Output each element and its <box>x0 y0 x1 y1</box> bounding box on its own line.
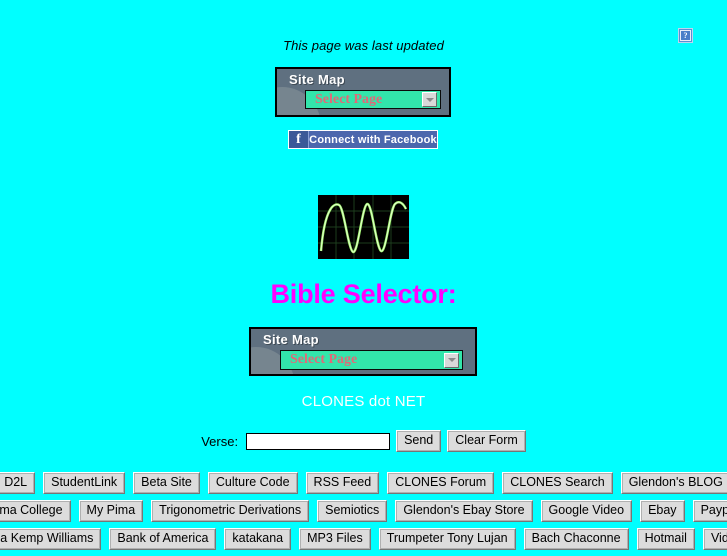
sitemap-widget-bottom: Site Map Select Page <box>249 327 477 376</box>
connect-with-facebook-button[interactable]: f Connect with Facebook <box>288 130 438 149</box>
clones-dot-net-text: CLONES dot NET <box>301 393 426 410</box>
link-button[interactable]: Beta Site <box>133 472 200 494</box>
link-button-rows: D2L StudentLink Beta Site Culture Code RSS F… <box>0 472 727 556</box>
sitemap-select-top[interactable]: Select Page <box>305 90 441 109</box>
link-button[interactable]: Trumpeter Tony Lujan <box>378 528 516 550</box>
link-button[interactable]: My Pima <box>78 500 144 522</box>
clear-form-button[interactable]: Clear Form <box>447 430 526 452</box>
link-button[interactable]: CLONES Search <box>502 472 613 494</box>
chevron-down-icon[interactable] <box>422 92 437 107</box>
link-button[interactable]: Paypal <box>692 500 727 522</box>
link-button[interactable]: Culture Code <box>207 472 298 494</box>
link-button[interactable]: Pima College <box>0 500 71 522</box>
link-button[interactable]: Bach Chaconne <box>523 528 629 550</box>
sitemap-widget-top: Site Map Select Page <box>275 67 451 117</box>
verse-form: Verse: Send Clear Form <box>0 430 727 452</box>
link-button[interactable]: katakana <box>224 528 292 550</box>
sitemap-selected-option: Select Page <box>290 352 358 367</box>
link-button[interactable]: Google Video <box>540 500 633 522</box>
verse-input[interactable] <box>246 432 391 450</box>
link-button[interactable]: Lisa Kemp Williams <box>0 528 102 550</box>
link-button[interactable]: D2L <box>0 472 36 494</box>
last-updated-text: This page was last updated <box>283 38 444 53</box>
link-button[interactable]: Semiotics <box>317 500 388 522</box>
link-row: Lisa Kemp Williams Bank of America katakan… <box>0 528 727 550</box>
link-button[interactable]: Hotmail <box>636 528 695 550</box>
link-button[interactable]: StudentLink <box>43 472 126 494</box>
sitemap-selected-option: Select Page <box>315 91 383 107</box>
link-button[interactable]: Trigonometric Derivations <box>151 500 310 522</box>
send-button[interactable]: Send <box>396 430 442 452</box>
oscilloscope-image <box>318 195 409 259</box>
chevron-down-icon[interactable] <box>444 352 459 368</box>
link-button[interactable]: CLONES Forum <box>387 472 495 494</box>
link-button[interactable]: Ebay <box>640 500 685 522</box>
link-button[interactable]: MP3 Files <box>299 528 371 550</box>
link-row: Pima College My Pima Trigonometric Derivat… <box>0 500 727 522</box>
link-button[interactable]: Glendon's BLOG <box>620 472 727 494</box>
link-button[interactable]: Glendon's Ebay Store <box>395 500 533 522</box>
sitemap-title: Site Map <box>289 72 345 87</box>
link-button[interactable]: Bank of America <box>109 528 217 550</box>
sitemap-title: Site Map <box>263 332 319 347</box>
connect-with-facebook-label: Connect with Facebook <box>309 133 437 146</box>
verse-label: Verse: <box>201 433 239 449</box>
link-button[interactable]: RSS Feed <box>305 472 380 494</box>
link-row: D2L StudentLink Beta Site Culture Code RSS F… <box>0 472 727 494</box>
sitemap-select-bottom[interactable]: Select Page <box>280 350 463 370</box>
link-button[interactable]: Video <box>702 528 727 550</box>
page-title: Bible Selector: <box>270 279 457 309</box>
facebook-icon: f <box>289 131 309 148</box>
